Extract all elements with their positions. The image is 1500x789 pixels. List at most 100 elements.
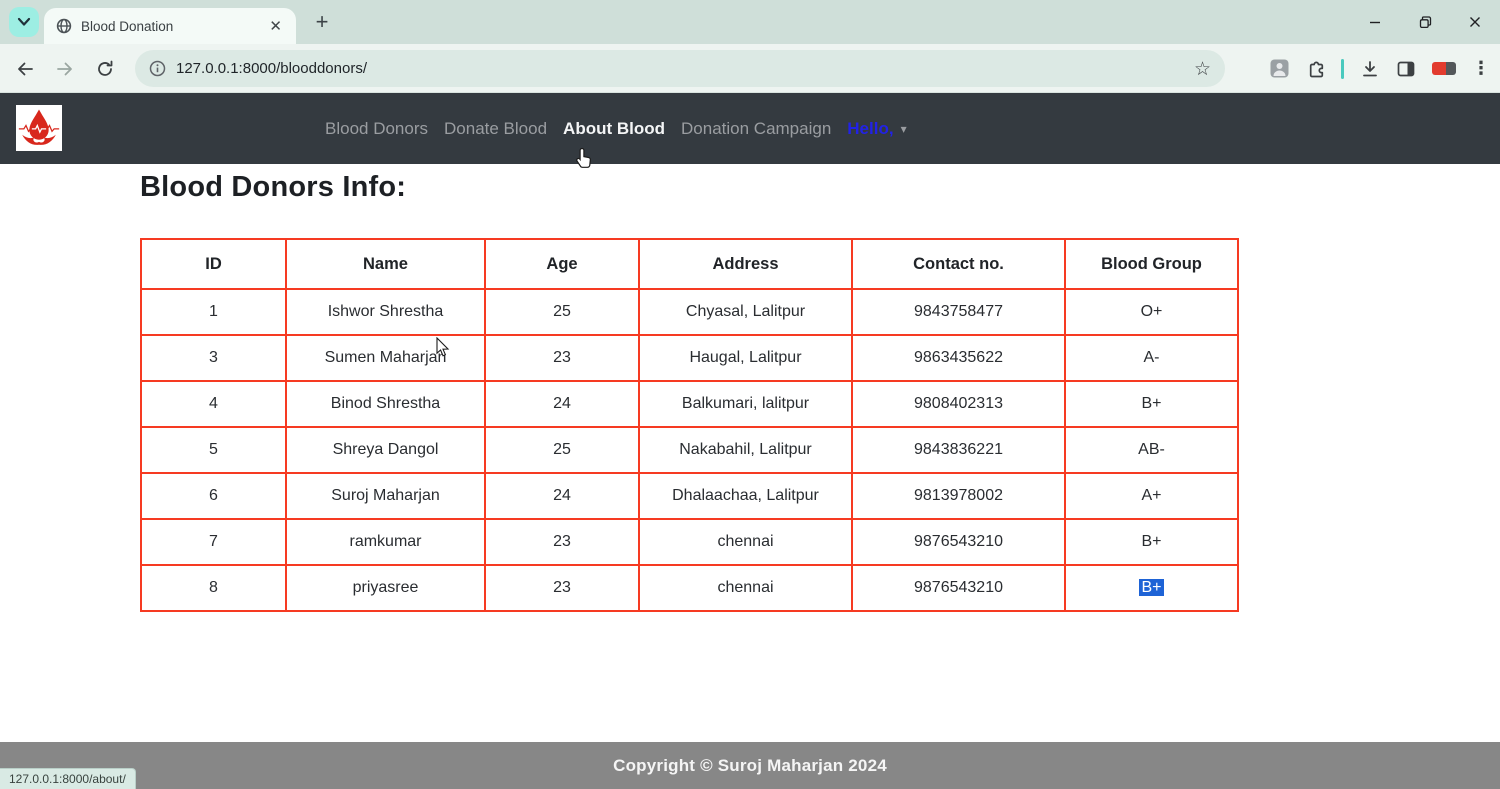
table-cell: A+: [1065, 473, 1238, 519]
status-bar-link-preview: 127.0.0.1:8000/about/: [0, 768, 136, 789]
table-cell: Chyasal, Lalitpur: [639, 289, 852, 335]
table-cell: Ishwor Shrestha: [286, 289, 485, 335]
browser-tabstrip: Blood Donation ✕ +: [0, 0, 1500, 44]
new-tab-button[interactable]: +: [308, 8, 336, 36]
table-cell: Suroj Maharjan: [286, 473, 485, 519]
table-cell: 7: [141, 519, 286, 565]
selected-text: B+: [1139, 579, 1163, 596]
table-cell: 23: [485, 565, 639, 611]
url-text[interactable]: 127.0.0.1:8000/blooddonors/: [176, 60, 367, 77]
table-cell: 9876543210: [852, 519, 1065, 565]
user-greeting[interactable]: Hello,: [847, 119, 893, 139]
table-cell: 23: [485, 519, 639, 565]
brand-logo[interactable]: [16, 105, 62, 151]
globe-favicon-icon: [56, 18, 72, 34]
table-cell: 1: [141, 289, 286, 335]
page-title: Blood Donors Info:: [140, 171, 406, 204]
chevron-down-icon: [17, 17, 31, 27]
table-cell: 4: [141, 381, 286, 427]
table-cell: 9843758477: [852, 289, 1065, 335]
table-row: 7ramkumar23chennai9876543210B+: [141, 519, 1238, 565]
column-header-name: Name: [286, 239, 485, 289]
table-cell: 9808402313: [852, 381, 1065, 427]
table-cell: 3: [141, 335, 286, 381]
table-cell: Binod Shrestha: [286, 381, 485, 427]
site-navbar: Blood Donors Donate Blood About Blood Donat…: [0, 93, 1500, 164]
nav-link-donation-campaign[interactable]: Donation Campaign: [681, 119, 831, 139]
copyright-text: Copyright © Suroj Maharjan 2024: [613, 756, 887, 776]
table-row: 3Sumen Maharjan23Haugal, Lalitpur9863435…: [141, 335, 1238, 381]
table-cell: 24: [485, 473, 639, 519]
nav-link-blood-donors[interactable]: Blood Donors: [325, 119, 428, 139]
bookmark-star-icon[interactable]: ☆: [1194, 58, 1211, 80]
table-cell: Sumen Maharjan: [286, 335, 485, 381]
table-cell: O+: [1065, 289, 1238, 335]
table-row: 1Ishwor Shrestha25Chyasal, Lalitpur98437…: [141, 289, 1238, 335]
table-cell: 24: [485, 381, 639, 427]
download-icon[interactable]: [1360, 59, 1380, 79]
table-cell: 23: [485, 335, 639, 381]
address-bar[interactable]: 127.0.0.1:8000/blooddonors/ ☆: [135, 50, 1225, 87]
close-icon: [1469, 16, 1481, 28]
profile-icon[interactable]: [1270, 59, 1289, 78]
table-cell: priyasree: [286, 565, 485, 611]
table-cell: 6: [141, 473, 286, 519]
table-cell: 9863435622: [852, 335, 1065, 381]
table-cell: B+: [1065, 565, 1238, 611]
table-row: 4Binod Shrestha24Balkumari, lalitpur9808…: [141, 381, 1238, 427]
back-button[interactable]: [12, 56, 38, 82]
back-arrow-icon: [15, 59, 35, 79]
table-row: 8priyasree23chennai9876543210 B+: [141, 565, 1238, 611]
forward-arrow-icon: [55, 59, 75, 79]
column-header-address: Address: [639, 239, 852, 289]
page-content: Blood Donors Info: IDNameAgeAddressConta…: [0, 164, 1500, 742]
table-cell: B+: [1065, 381, 1238, 427]
browser-tab[interactable]: Blood Donation ✕: [44, 8, 296, 44]
table-cell: 9843836221: [852, 427, 1065, 473]
nav-link-about-blood[interactable]: About Blood: [563, 119, 665, 139]
close-window-button[interactable]: [1450, 0, 1500, 44]
table-cell: 8: [141, 565, 286, 611]
forward-button[interactable]: [52, 56, 78, 82]
table-cell: A-: [1065, 335, 1238, 381]
table-cell: Haugal, Lalitpur: [639, 335, 852, 381]
extensions-puzzle-icon[interactable]: [1305, 59, 1325, 79]
nav-link-donate-blood[interactable]: Donate Blood: [444, 119, 547, 139]
table-cell: 9813978002: [852, 473, 1065, 519]
minimize-icon: [1369, 16, 1381, 28]
table-cell: 25: [485, 289, 639, 335]
window-controls: [1350, 0, 1500, 44]
column-header-age: Age: [485, 239, 639, 289]
plus-icon: +: [316, 9, 329, 35]
tab-title: Blood Donation: [81, 19, 258, 34]
table-cell: chennai: [639, 565, 852, 611]
site-info-icon[interactable]: [149, 60, 166, 77]
column-header-id: ID: [141, 239, 286, 289]
table-row: 6Suroj Maharjan24Dhalaachaa, Lalitpur981…: [141, 473, 1238, 519]
column-header-blood-group: Blood Group: [1065, 239, 1238, 289]
minimize-button[interactable]: [1350, 0, 1400, 44]
extension-badge-icon[interactable]: [1432, 62, 1456, 75]
table-cell: 5: [141, 427, 286, 473]
restore-icon: [1419, 16, 1432, 29]
side-panel-icon[interactable]: [1396, 59, 1416, 79]
tab-search-button[interactable]: [9, 7, 39, 37]
toolbar-divider: [1341, 59, 1344, 79]
column-header-contact-no: Contact no.: [852, 239, 1065, 289]
site-footer: Copyright © Suroj Maharjan 2024: [0, 742, 1500, 789]
table-cell: 25: [485, 427, 639, 473]
table-cell: Dhalaachaa, Lalitpur: [639, 473, 852, 519]
user-menu[interactable]: Hello, ▾: [847, 119, 906, 139]
menu-kebab-icon[interactable]: ⋮: [1472, 58, 1490, 79]
table-cell: AB-: [1065, 427, 1238, 473]
table-cell: chennai: [639, 519, 852, 565]
reload-button[interactable]: [92, 56, 118, 82]
maximize-button[interactable]: [1400, 0, 1450, 44]
table-cell: B+: [1065, 519, 1238, 565]
tab-close-icon[interactable]: ✕: [267, 17, 284, 36]
table-cell: Shreya Dangol: [286, 427, 485, 473]
table-row: 5Shreya Dangol25Nakabahil, Lalitpur98438…: [141, 427, 1238, 473]
reload-icon: [95, 59, 115, 79]
table-cell: 9876543210: [852, 565, 1065, 611]
navbar-links: Blood Donors Donate Blood About Blood Donat…: [325, 93, 907, 164]
